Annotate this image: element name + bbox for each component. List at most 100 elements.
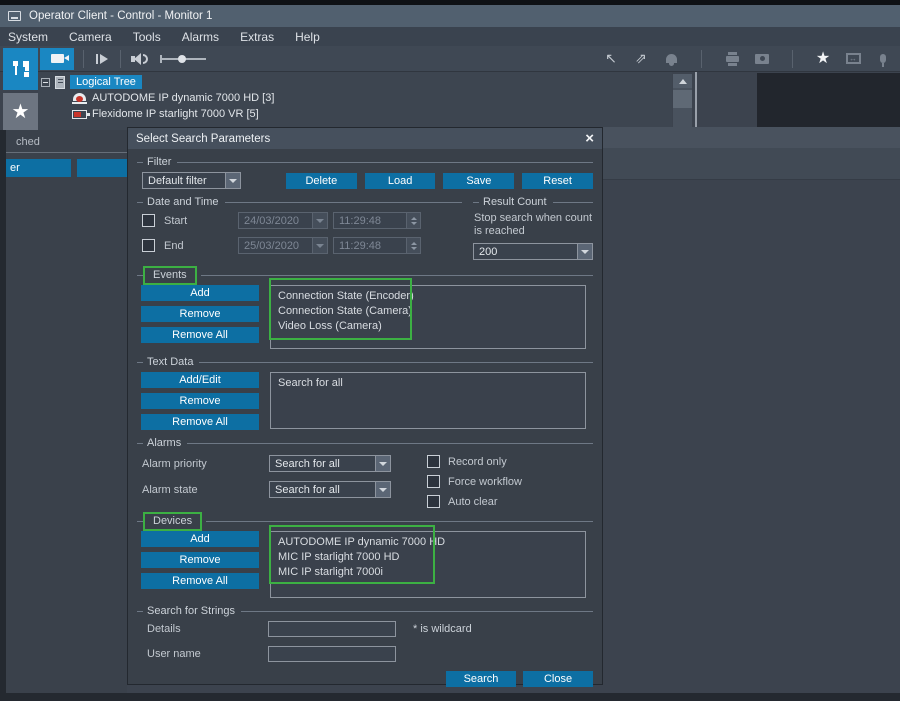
filter-select[interactable]: Default filter	[142, 172, 241, 189]
window-title: Operator Client - Control - Monitor 1	[29, 10, 212, 22]
chevron-down-icon[interactable]	[312, 213, 327, 228]
menu-alarms[interactable]: Alarms	[182, 30, 219, 44]
text-data-remove-button[interactable]: Remove	[141, 393, 259, 409]
chevron-down-icon[interactable]	[312, 238, 327, 253]
panel-button-fragment[interactable]: er	[6, 159, 71, 177]
text-data-remove-all-button[interactable]: Remove All	[141, 414, 259, 430]
end-time-spinner[interactable]: 11:29:48	[333, 237, 421, 254]
load-button[interactable]: Load	[365, 173, 436, 189]
text-data-list[interactable]: Search for all	[270, 372, 586, 429]
end-row: End 25/03/2020 11:29:48	[142, 237, 462, 254]
menu-camera[interactable]: Camera	[69, 30, 112, 44]
list-item[interactable]: Video Loss (Camera)	[278, 319, 585, 334]
menu-bar: System Camera Tools Alarms Extras Help	[0, 27, 900, 46]
collapse-icon[interactable]	[41, 78, 50, 87]
tree-item-flexidome[interactable]: Flexidome IP starlight 7000 VR [5]	[72, 106, 672, 122]
force-workflow-checkbox[interactable]	[427, 475, 440, 488]
main-toolbar: ↖ ⇗ ★ ↔	[0, 46, 900, 72]
devices-remove-all-button[interactable]: Remove All	[141, 573, 259, 589]
alarm-priority-select[interactable]: Search for all	[269, 455, 391, 472]
devices-remove-button[interactable]: Remove	[141, 552, 259, 568]
logical-tree-panel: Logical Tree AUTODOME IP dynamic 7000 HD…	[38, 72, 672, 130]
chevron-down-icon[interactable]	[375, 482, 390, 497]
list-item[interactable]: AUTODOME IP dynamic 7000 HD	[278, 535, 585, 550]
alarm-state-select[interactable]: Search for all	[269, 481, 391, 498]
delete-button[interactable]: Delete	[286, 173, 357, 189]
start-time-spinner[interactable]: 11:29:48	[333, 212, 421, 229]
spinner-arrows-icon[interactable]	[406, 238, 420, 253]
tree-item-label[interactable]: Flexidome IP starlight 7000 VR [5]	[92, 108, 259, 120]
events-add-button[interactable]: Add	[141, 285, 259, 301]
tree-item-autodome[interactable]: AUTODOME IP dynamic 7000 HD [3]	[72, 90, 672, 106]
scroll-up-button[interactable]	[673, 74, 692, 88]
chevron-down-icon[interactable]	[375, 456, 390, 471]
start-date-select[interactable]: 24/03/2020	[238, 212, 328, 229]
microphone-button[interactable]	[874, 50, 892, 68]
video-camera-button[interactable]	[40, 48, 74, 70]
events-group-header: Events	[137, 268, 593, 282]
search-button[interactable]: Search	[446, 671, 516, 687]
chevron-down-icon[interactable]	[577, 244, 592, 259]
favorites-tab[interactable]: ★	[3, 93, 38, 130]
end-date-select[interactable]: 25/03/2020	[238, 237, 328, 254]
dialog-body: Filter Default filter Delete Load Save R…	[128, 149, 602, 687]
tree-root-row[interactable]: Logical Tree	[38, 74, 672, 90]
instant-playback-button[interactable]	[93, 50, 111, 68]
start-checkbox[interactable]	[142, 214, 155, 227]
tree-scrollbar[interactable]	[673, 74, 692, 128]
details-input[interactable]	[268, 621, 396, 637]
favorites-button[interactable]: ★	[814, 50, 832, 68]
spinner-arrows-icon[interactable]	[406, 213, 420, 228]
volume-slider[interactable]	[160, 58, 206, 60]
username-input[interactable]	[268, 646, 396, 662]
audio-button[interactable]	[130, 50, 148, 68]
maximize-arrow-button[interactable]: ⇗	[632, 50, 650, 68]
list-item[interactable]: MIC IP starlight 7000i	[278, 565, 585, 580]
list-item[interactable]: Connection State (Encoder)	[278, 289, 585, 304]
server-icon	[55, 76, 65, 89]
search-strings-label: Search for Strings	[147, 605, 241, 617]
tree-root-label[interactable]: Logical Tree	[70, 75, 142, 89]
chevron-down-icon[interactable]	[225, 173, 240, 188]
force-workflow-label: Force workflow	[448, 476, 522, 488]
text-data-add-edit-button[interactable]: Add/Edit	[141, 372, 259, 388]
close-button[interactable]: Close	[523, 671, 593, 687]
menu-tools[interactable]: Tools	[133, 30, 161, 44]
menu-system[interactable]: System	[8, 30, 48, 44]
devices-list[interactable]: AUTODOME IP dynamic 7000 HD MIC IP starl…	[270, 531, 586, 598]
events-list[interactable]: Connection State (Encoder) Connection St…	[270, 285, 586, 349]
restore-arrow-button[interactable]: ↖	[602, 50, 620, 68]
list-item[interactable]: Connection State (Camera)	[278, 304, 585, 319]
events-remove-all-button[interactable]: Remove All	[141, 327, 259, 343]
list-item[interactable]: Search for all	[278, 376, 585, 391]
reset-button[interactable]: Reset	[522, 173, 593, 189]
print-button[interactable]	[723, 50, 741, 68]
dialog-header[interactable]: Select Search Parameters ×	[128, 128, 602, 149]
devices-add-button[interactable]: Add	[141, 531, 259, 547]
save-button[interactable]: Save	[443, 173, 514, 189]
record-only-checkbox[interactable]	[427, 455, 440, 468]
divider	[137, 362, 143, 363]
alarm-sequence-button[interactable]	[662, 50, 680, 68]
close-icon[interactable]: ×	[585, 131, 594, 146]
logical-tree-tab[interactable]	[3, 48, 38, 90]
events-remove-button[interactable]: Remove	[141, 306, 259, 322]
menu-extras[interactable]: Extras	[240, 30, 274, 44]
events-content: Add Remove Remove All Connection State (…	[137, 285, 593, 349]
result-count-select[interactable]: 200	[473, 243, 593, 260]
auto-clear-checkbox[interactable]	[427, 495, 440, 508]
end-checkbox[interactable]	[142, 239, 155, 252]
slider-knob[interactable]	[178, 55, 186, 63]
tree-item-label[interactable]: AUTODOME IP dynamic 7000 HD [3]	[92, 92, 274, 104]
photo-camera-icon	[755, 54, 769, 64]
filter-label: Filter	[147, 156, 177, 168]
image-window-button[interactable]: ↔	[844, 50, 862, 68]
list-item[interactable]: MIC IP starlight 7000 HD	[278, 550, 585, 565]
filter-group-header: Filter	[137, 155, 593, 169]
scrollbar-thumb[interactable]	[673, 90, 692, 108]
divider	[187, 443, 593, 444]
snapshot-button[interactable]	[753, 50, 771, 68]
result-count-caption: Stop search when count is reached	[474, 212, 593, 238]
panel-button-fragment[interactable]	[77, 159, 127, 177]
menu-help[interactable]: Help	[295, 30, 320, 44]
